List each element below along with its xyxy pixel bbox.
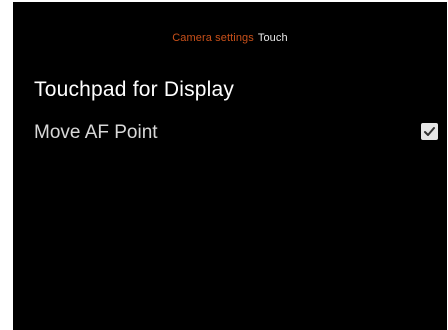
breadcrumb: Camera settings Touch: [13, 32, 447, 44]
setting-label: Move AF Point: [34, 122, 158, 143]
camera-menu-screen: Camera settings Touch Touchpad for Displa…: [13, 2, 447, 330]
section-title: Touchpad for Display: [34, 78, 235, 101]
setting-row-move-af-point[interactable]: Move AF Point: [34, 120, 438, 148]
breadcrumb-parent[interactable]: Camera settings: [172, 32, 254, 44]
checked-checkbox-icon[interactable]: [421, 123, 438, 140]
breadcrumb-current: Touch: [257, 32, 288, 44]
